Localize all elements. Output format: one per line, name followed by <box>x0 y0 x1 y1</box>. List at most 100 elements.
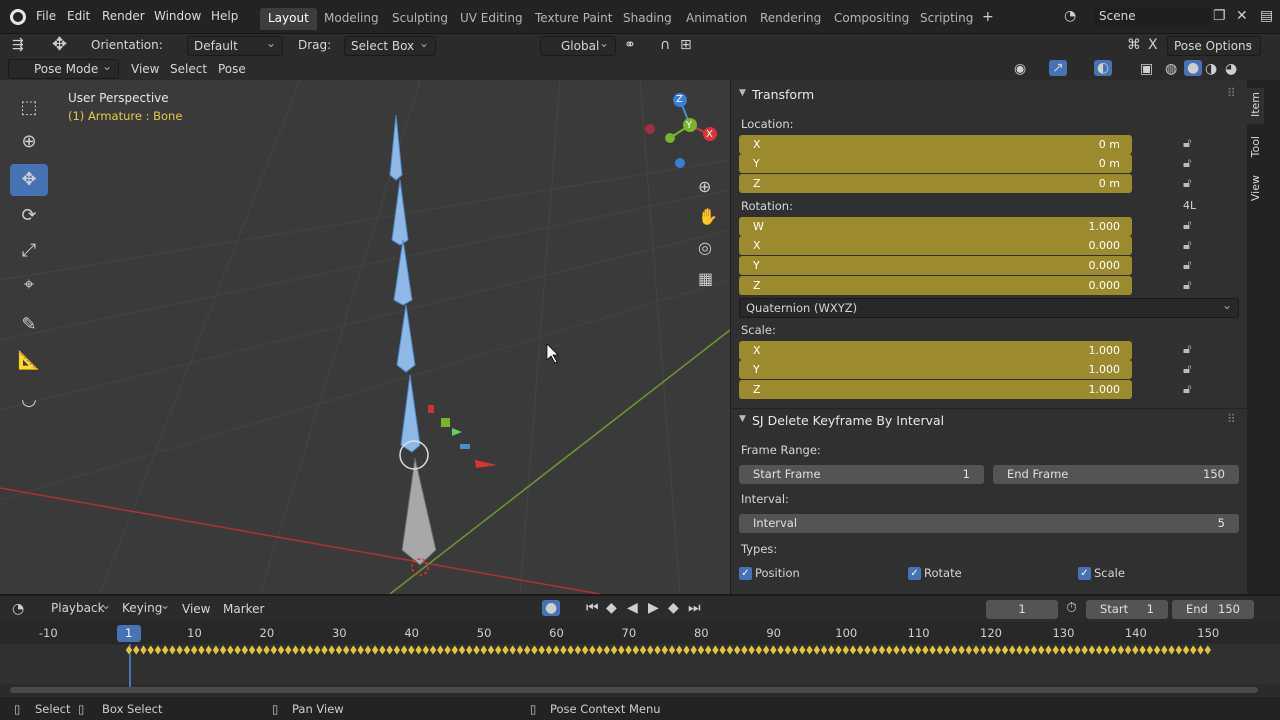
move-tool-button-icon[interactable]: ✥ <box>10 164 48 196</box>
lock-icon[interactable]: 🔓︎ <box>1183 382 1191 397</box>
keyframe[interactable] <box>965 644 973 656</box>
delete-scene-icon[interactable]: ✕ <box>1236 8 1248 24</box>
keyframe[interactable] <box>364 644 372 656</box>
keyframe[interactable] <box>154 644 162 656</box>
perspective-grid-icon[interactable]: ▦ <box>698 269 713 288</box>
keyframe[interactable] <box>327 644 336 656</box>
keyframe[interactable] <box>1124 644 1132 656</box>
transform-tool-icon[interactable]: ⌖ <box>10 269 48 301</box>
keyframe[interactable] <box>371 644 379 656</box>
keyframe[interactable] <box>689 644 698 656</box>
keyframe[interactable] <box>899 644 908 656</box>
keyframe[interactable] <box>747 644 756 656</box>
keyframe[interactable] <box>233 644 242 656</box>
keyframe[interactable] <box>226 644 235 656</box>
keyframe[interactable] <box>885 644 894 656</box>
keyframe[interactable] <box>530 644 539 656</box>
tab-animation[interactable]: Animation <box>678 8 755 30</box>
keyframe[interactable] <box>298 644 307 656</box>
keyframe[interactable] <box>552 644 560 656</box>
keyframe[interactable] <box>291 644 300 656</box>
sj-panel-title[interactable]: SJ Delete Keyframe By Interval <box>752 413 944 428</box>
location-x-field[interactable]: X 0 m <box>739 135 1132 154</box>
keying-menu[interactable]: Keying <box>116 598 176 619</box>
keyframe[interactable] <box>1059 644 1067 656</box>
menu-view[interactable]: View <box>131 62 159 76</box>
keyframe[interactable] <box>494 644 503 656</box>
keyframe[interactable] <box>740 644 749 656</box>
keyframe[interactable] <box>1109 644 1118 656</box>
keyframe[interactable] <box>631 644 640 656</box>
pose-options-dropdown[interactable]: Pose Options <box>1167 36 1261 56</box>
keyframe[interactable] <box>907 644 915 656</box>
keyframe[interactable] <box>733 644 741 656</box>
drag-handle-icon[interactable]: ⠿ <box>1227 412 1236 426</box>
keyframe[interactable] <box>501 644 510 656</box>
menu-file[interactable]: File <box>36 9 56 23</box>
keyframe[interactable] <box>603 644 611 656</box>
keyframe[interactable] <box>878 644 886 656</box>
keyframe[interactable] <box>306 644 314 656</box>
keyframe[interactable] <box>1001 644 1009 656</box>
rotate-checkbox[interactable]: ✓ <box>908 567 921 580</box>
keyframe[interactable] <box>516 644 524 656</box>
pose-relax-tool-icon[interactable]: ◡ <box>10 384 48 416</box>
keyframe[interactable] <box>212 644 220 656</box>
keyframe[interactable] <box>863 644 872 656</box>
collapse-transform-icon[interactable]: ▼ <box>739 88 746 98</box>
scale-tool-icon[interactable]: ⤢ <box>10 235 48 267</box>
keyframe[interactable] <box>414 644 423 656</box>
keyframe[interactable] <box>190 644 198 656</box>
keyframe[interactable] <box>559 644 568 656</box>
zoom-icon[interactable]: ⊕ <box>698 177 711 196</box>
timeline-scrollbar[interactable] <box>10 687 1258 693</box>
menu-render[interactable]: Render <box>102 9 145 23</box>
tab-tool[interactable]: Tool <box>1249 136 1263 157</box>
lock-icon[interactable]: 🔓︎ <box>1183 278 1191 293</box>
scale-x-field[interactable]: X 1.000 <box>739 341 1132 360</box>
keyframe[interactable] <box>545 644 553 656</box>
tab-shading[interactable]: Shading <box>615 8 680 30</box>
rotation-w-field[interactable]: W 1.000 <box>739 217 1132 236</box>
keyframe[interactable] <box>1022 644 1031 656</box>
keyframe[interactable] <box>805 644 814 656</box>
scale-y-field[interactable]: Y 1.000 <box>739 360 1132 379</box>
keyframe[interactable] <box>146 644 155 656</box>
stopwatch-icon[interactable]: ⏱ <box>1066 600 1077 616</box>
keyframe[interactable] <box>610 644 618 656</box>
keyframe[interactable] <box>726 644 734 656</box>
rotation-mode-dropdown[interactable]: Quaternion (WXYZ) <box>739 298 1239 318</box>
keyframe[interactable] <box>639 644 647 656</box>
annotate-tool-icon[interactable]: ✎ <box>10 309 48 341</box>
keyframe[interactable] <box>675 644 684 656</box>
keyframe[interactable] <box>928 644 937 656</box>
keyframe[interactable] <box>1146 644 1154 656</box>
keyframe[interactable] <box>784 644 792 656</box>
keyframe[interactable] <box>320 644 329 656</box>
keyframe[interactable] <box>523 644 532 656</box>
menu-select[interactable]: Select <box>170 62 207 76</box>
keyframe[interactable] <box>1030 644 1038 656</box>
keyframe[interactable] <box>921 644 930 656</box>
rendered-shading-icon[interactable]: ◕ <box>1225 61 1237 77</box>
lock-icon[interactable]: 🔓︎ <box>1183 176 1191 191</box>
prev-keyframe-icon[interactable]: ◆ <box>606 600 617 616</box>
menu-help[interactable]: Help <box>211 9 238 23</box>
blender-logo-icon[interactable] <box>10 9 26 25</box>
camera-icon[interactable]: ◎ <box>698 238 712 257</box>
marker-menu[interactable]: Marker <box>223 602 264 616</box>
gizmo-toggle-icon[interactable]: ↗ <box>1049 60 1067 76</box>
keyframe[interactable] <box>436 644 445 656</box>
tab-rendering[interactable]: Rendering <box>752 8 829 30</box>
end-field[interactable]: End 150 <box>1172 600 1254 619</box>
keyframe[interactable] <box>313 644 322 656</box>
lock-icon[interactable]: 🔓︎ <box>1183 238 1191 253</box>
keyframe[interactable] <box>132 644 141 656</box>
end-frame-field[interactable]: End Frame 150 <box>993 465 1239 484</box>
duplicate-scene-icon[interactable]: ❐ <box>1213 8 1226 24</box>
keyframe[interactable] <box>248 644 256 656</box>
editor-type-icon[interactable]: ◔ <box>12 601 24 617</box>
keyframe[interactable] <box>957 644 966 656</box>
keyframe[interactable] <box>950 644 959 656</box>
interval-field[interactable]: Interval 5 <box>739 514 1239 533</box>
